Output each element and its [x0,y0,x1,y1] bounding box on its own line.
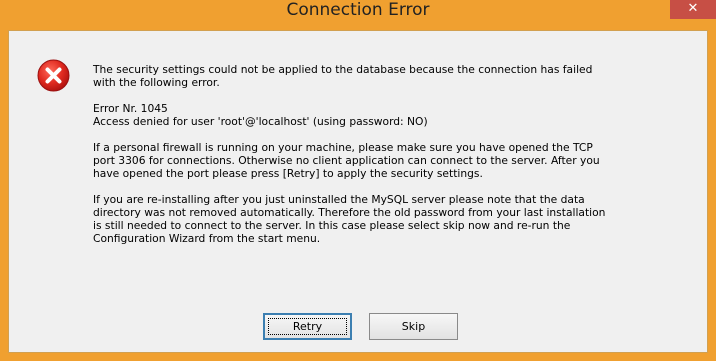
title-bar[interactable]: Connection Error ✕ [0,0,716,30]
reinstall-paragraph: If you are re-installing after you just … [93,193,606,245]
dialog-window: Connection Error ✕ The security settings… [0,0,716,361]
error-message: The security settings could not be appli… [93,63,698,245]
firewall-paragraph: If a personal firewall is running on you… [93,141,600,180]
dialog-title: Connection Error [286,0,430,20]
error-number: Error Nr. 1045 [93,102,168,115]
error-detail: Access denied for user 'root'@'localhost… [93,115,428,128]
close-button[interactable]: ✕ [670,0,716,19]
dialog-body: The security settings could not be appli… [8,30,708,353]
error-details: Error Nr. 1045 Access denied for user 'r… [93,102,698,128]
error-icon [37,59,70,92]
skip-button[interactable]: Skip [369,313,458,340]
intro-paragraph: The security settings could not be appli… [93,63,593,89]
retry-button[interactable]: Retry [263,313,352,340]
close-icon: ✕ [687,1,699,16]
